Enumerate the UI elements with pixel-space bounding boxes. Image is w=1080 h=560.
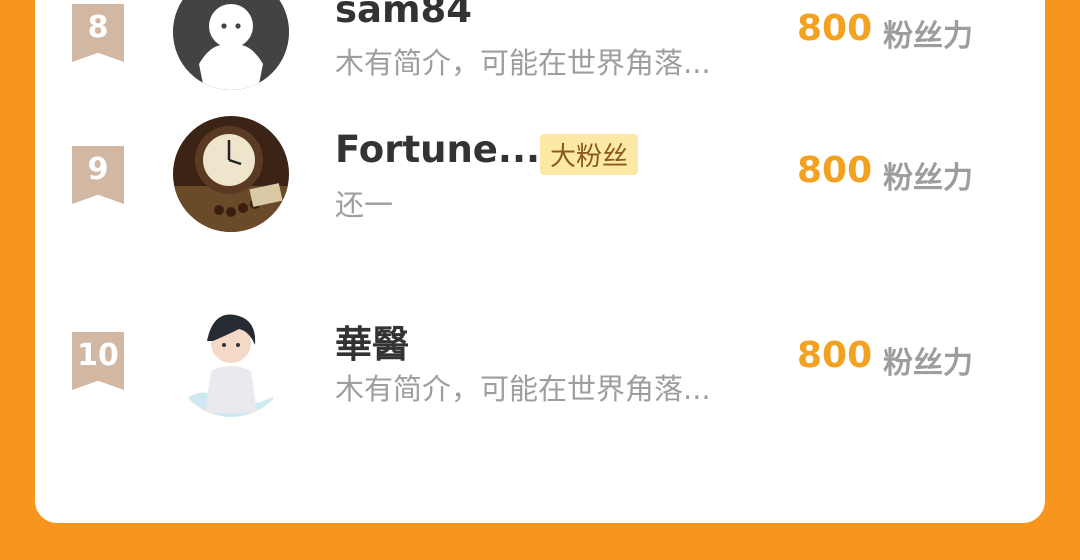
user-name[interactable]: 華醫 <box>335 314 409 368</box>
fan-power-score: 800 <box>797 150 873 191</box>
fan-power-unit: 粉丝力 <box>883 161 973 196</box>
list-item[interactable]: 8 sam84 木有简介，可能在世界角落... 800 粉丝力 <box>35 0 1045 120</box>
fan-power-unit: 粉丝力 <box>883 19 973 54</box>
list-item[interactable]: 10 華醫 木有简介，可能在世界角落... 800 粉丝力 <box>35 301 1045 488</box>
anime-boy-photo <box>173 301 289 417</box>
rank-number: 10 <box>77 338 119 373</box>
fan-power-score: 800 <box>797 335 873 376</box>
user-name[interactable]: Fortune... <box>335 128 540 171</box>
rank-badge: 10 <box>72 332 124 390</box>
user-bio: 木有简介，可能在世界角落... <box>335 372 711 406</box>
user-bio: 木有简介，可能在世界角落... <box>335 46 711 80</box>
avatar[interactable] <box>173 301 289 417</box>
fan-power-score: 800 <box>797 8 873 49</box>
rank-number: 9 <box>87 152 109 187</box>
avatar[interactable] <box>173 0 289 90</box>
ranking-card: 8 sam84 木有简介，可能在世界角落... 800 粉丝力 9 Fortun… <box>35 0 1045 523</box>
fan-level-badge: 大粉丝 <box>540 134 639 175</box>
user-name[interactable]: sam84 <box>335 0 472 31</box>
avatar[interactable] <box>173 116 289 232</box>
rank-badge: 8 <box>72 4 124 62</box>
clock-photo <box>173 116 289 232</box>
rank-number: 8 <box>87 10 109 45</box>
default-avatar-icon <box>173 0 289 90</box>
user-bio: 还一 <box>335 188 394 222</box>
rank-badge: 9 <box>72 146 124 204</box>
fan-power-unit: 粉丝力 <box>883 346 973 381</box>
list-item[interactable]: 9 Fortune... 大粉丝 还一 800 粉丝力 <box>35 116 1045 304</box>
